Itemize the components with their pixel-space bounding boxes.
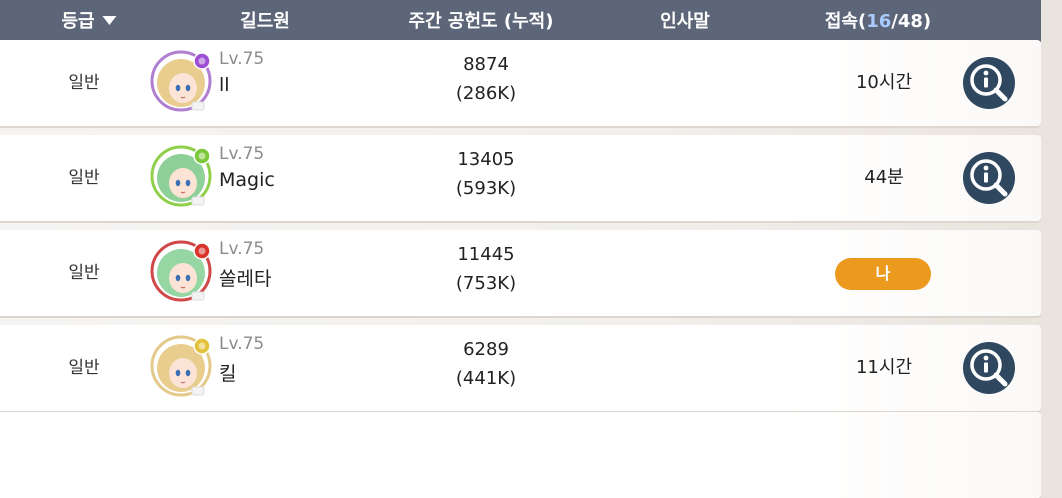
- member-info-button[interactable]: [963, 152, 1015, 204]
- sort-down-icon: [102, 16, 117, 25]
- total-contribution: (593K): [455, 178, 517, 199]
- member-name: 킬: [219, 363, 237, 385]
- online-count: 16: [866, 11, 892, 32]
- member-level: Lv.75: [219, 144, 265, 164]
- member-name: ll: [219, 74, 230, 96]
- weekly-contribution: 6289: [463, 339, 509, 360]
- member-grade: 일반: [68, 73, 100, 93]
- member-avatar[interactable]: [150, 240, 212, 302]
- member-contribution: 13405 (593K): [456, 145, 516, 203]
- member-grade: 일반: [68, 263, 100, 283]
- member-row[interactable]: 일반 Lv.75 ll 8874 (286K) 10시간: [0, 40, 1041, 126]
- weekly-contribution: 13405: [457, 149, 515, 170]
- member-info-button[interactable]: [963, 57, 1015, 109]
- member-row[interactable]: 일반 Lv.75 쏠레타 11445 (753K) 나: [0, 230, 1041, 316]
- member-grade: 일반: [68, 358, 100, 378]
- member-row-partial: [0, 412, 1041, 498]
- magnifier-info-icon: [970, 64, 1008, 102]
- total-contribution: (286K): [455, 83, 517, 104]
- last-online: 11시간: [855, 357, 913, 378]
- member-row[interactable]: 일반 Lv.75 킬 6289 (441K) 11시간: [0, 325, 1041, 411]
- member-avatar[interactable]: [150, 50, 212, 112]
- total-contribution: (441K): [455, 368, 517, 389]
- member-info-button[interactable]: [963, 342, 1015, 394]
- member-contribution: 11445 (753K): [456, 240, 516, 298]
- member-contribution: 6289 (441K): [456, 335, 516, 393]
- member-avatar[interactable]: [150, 145, 212, 207]
- member-grade: 일반: [68, 168, 100, 188]
- member-level: Lv.75: [219, 49, 265, 69]
- weekly-contribution: 8874: [463, 54, 509, 75]
- member-contribution: 8874 (286K): [456, 50, 516, 108]
- member-level: Lv.75: [219, 239, 265, 259]
- member-name: 쏠레타: [219, 268, 272, 290]
- me-badge: 나: [835, 258, 931, 290]
- weekly-contribution: 11445: [457, 244, 515, 265]
- magnifier-info-icon: [970, 349, 1008, 387]
- member-row[interactable]: 일반 Lv.75 Magic 13405 (593K) 44분: [0, 135, 1041, 221]
- total-contribution: (753K): [455, 273, 517, 294]
- magnifier-info-icon: [970, 159, 1008, 197]
- last-online: 10시간: [855, 72, 913, 93]
- last-online: 44분: [864, 167, 904, 188]
- member-avatar[interactable]: [150, 335, 212, 397]
- member-level: Lv.75: [219, 334, 265, 354]
- member-name: Magic: [219, 169, 275, 191]
- grade-header-label: 등급: [61, 11, 95, 32]
- member-total: 48: [897, 11, 923, 32]
